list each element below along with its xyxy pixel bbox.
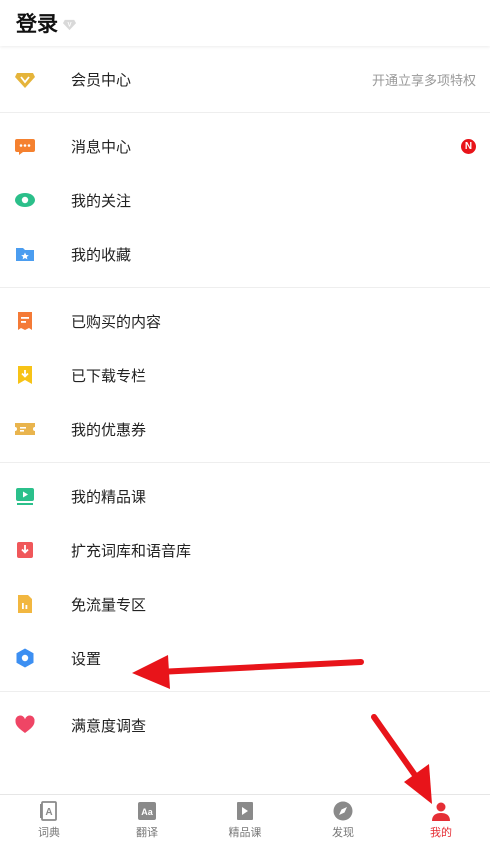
- dictionary-icon: A: [38, 800, 60, 822]
- download-icon: [14, 364, 36, 386]
- login-title[interactable]: 登录: [16, 8, 58, 38]
- menu-item-label: 消息中心: [71, 137, 132, 156]
- course-play-icon: [234, 800, 256, 822]
- menu-item-satisfaction-survey[interactable]: 满意度调查: [0, 698, 490, 752]
- menu-section: 已购买的内容 已下载专栏我的优惠券: [0, 288, 490, 463]
- download-box-icon: [14, 539, 36, 561]
- hexagon-settings-icon: [14, 647, 36, 669]
- eye-icon: [14, 189, 36, 211]
- menu-item-label: 满意度调查: [71, 716, 147, 735]
- menu-item-free-data-zone[interactable]: 免流量专区: [0, 577, 490, 631]
- diamond-icon: [14, 68, 36, 90]
- data-file-icon: [14, 593, 36, 615]
- menu-list: 会员中心 开通立享多项特权消息中心 N 我的关注我的收藏已购买的内容 已下载专栏我的优惠…: [0, 46, 490, 758]
- chat-bubble-icon: [14, 135, 36, 157]
- receipt-icon: [14, 310, 36, 332]
- menu-item-label: 我的关注: [71, 191, 132, 210]
- tab-label: 我的: [430, 826, 452, 839]
- menu-item-label: 免流量专区: [71, 595, 147, 614]
- top-bar: 登录 V: [0, 0, 490, 46]
- menu-section: 消息中心 N 我的关注我的收藏: [0, 113, 490, 288]
- ticket-icon: [14, 418, 36, 440]
- member-promo-text: 开通立享多项特权: [371, 73, 476, 89]
- menu-item-label: 已下载专栏: [71, 366, 147, 385]
- tab-discover[interactable]: 发现: [294, 795, 392, 845]
- compass-icon: [332, 800, 354, 822]
- bottom-tab-bar: A 词典 Aa 翻译 精品课 发现 我的: [0, 794, 490, 845]
- tab-label: 发现: [332, 826, 354, 839]
- tab-dictionary[interactable]: A 词典: [0, 795, 98, 845]
- menu-item-label: 我的精品课: [71, 487, 147, 506]
- menu-section: 满意度调查: [0, 692, 490, 758]
- tab-label: 词典: [38, 826, 60, 839]
- svg-text:A: A: [45, 807, 52, 818]
- menu-item-purchased-content[interactable]: 已购买的内容: [0, 294, 490, 348]
- menu-item-my-favorites[interactable]: 我的收藏: [0, 227, 490, 281]
- person-icon: [430, 800, 452, 822]
- tab-courses[interactable]: 精品课: [196, 795, 294, 845]
- menu-item-my-coupons[interactable]: 我的优惠券: [0, 402, 490, 456]
- menu-item-my-courses[interactable]: 我的精品课: [0, 469, 490, 523]
- menu-item-label: 我的优惠券: [71, 420, 147, 439]
- menu-item-label: 扩充词库和语音库: [71, 541, 192, 560]
- menu-item-member-center[interactable]: 会员中心 开通立享多项特权: [0, 52, 490, 106]
- menu-item-label: 已购买的内容: [71, 312, 162, 331]
- menu-item-expand-libraries[interactable]: 扩充词库和语音库: [0, 523, 490, 577]
- new-message-badge: N: [461, 138, 476, 154]
- video-play-icon: [14, 485, 36, 507]
- menu-item-message-center[interactable]: 消息中心 N: [0, 119, 490, 173]
- heart-icon: [14, 714, 36, 736]
- menu-item-my-follows[interactable]: 我的关注: [0, 173, 490, 227]
- tab-label: 翻译: [136, 826, 158, 839]
- tab-label: 精品课: [228, 826, 262, 839]
- menu-item-downloaded-columns[interactable]: 已下载专栏: [0, 348, 490, 402]
- star-folder-icon: [14, 243, 36, 265]
- menu-section: 我的精品课扩充词库和语音库 免流量专区设置: [0, 463, 490, 692]
- tab-translate[interactable]: Aa 翻译: [98, 795, 196, 845]
- menu-item-settings[interactable]: 设置: [0, 631, 490, 685]
- menu-item-label: 会员中心: [71, 70, 132, 89]
- svg-text:Aa: Aa: [141, 807, 153, 817]
- menu-section: 会员中心 开通立享多项特权: [0, 46, 490, 113]
- translate-icon: Aa: [136, 800, 158, 822]
- menu-item-label: 设置: [71, 649, 102, 668]
- menu-item-label: 我的收藏: [71, 245, 132, 264]
- vip-diamond-icon: V: [62, 19, 77, 30]
- tab-me[interactable]: 我的: [392, 795, 490, 845]
